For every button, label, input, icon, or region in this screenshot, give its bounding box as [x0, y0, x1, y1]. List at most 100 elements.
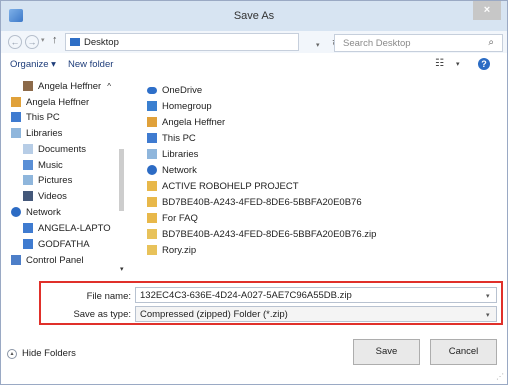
sidebar-item-libraries[interactable]: Libraries	[11, 126, 62, 140]
list-item-onedrive[interactable]: OneDrive	[147, 83, 202, 97]
back-arrow-icon[interactable]: ←	[8, 35, 22, 49]
collapse-caret-icon[interactable]: ^	[107, 82, 111, 91]
folder-icon	[147, 213, 157, 223]
chevron-up-icon: ▴	[7, 348, 17, 359]
hide-folders-toggle[interactable]: ▴ Hide Folders	[7, 348, 76, 359]
sidebar-item-pictures[interactable]: Pictures	[23, 173, 72, 187]
sidebar-item-godfatha[interactable]: GODFATHA	[23, 237, 90, 251]
navigation-bar: ← → ▾ ↑ Desktop ▾ ↻ Search Desktop ⌕	[1, 31, 507, 53]
folder-icon	[147, 197, 157, 207]
file-name-input[interactable]: 132EC4C3-636E-4D24-A027-5AE7C96A55DB.zip	[135, 287, 497, 303]
view-chevron-down-icon[interactable]: ▾	[456, 60, 460, 68]
scroll-down-chevron-icon[interactable]: ▾	[120, 265, 124, 273]
help-icon[interactable]: ?	[478, 58, 490, 70]
computer-icon	[147, 133, 157, 143]
sidebar-item-label: Documents	[38, 143, 87, 155]
desktop-icon	[70, 38, 80, 46]
folder-icon	[147, 181, 157, 191]
recent-locations-chevron-icon[interactable]: ▾	[41, 36, 45, 44]
sidebar-item-label: Libraries	[26, 127, 63, 139]
search-placeholder: Search Desktop	[343, 38, 411, 49]
list-item-bd7be40b-zip[interactable]: BD7BE40B-A243-4FED-8DE6-5BBFA20E0B76.zip	[147, 227, 376, 241]
forward-arrow-icon[interactable]: →	[25, 35, 39, 49]
sidebar-scrollbar-thumb[interactable]	[119, 149, 124, 211]
sidebar-item-label: Angela Heffner	[26, 96, 90, 108]
list-item-rory-zip[interactable]: Rory.zip	[147, 243, 196, 257]
user-folder-icon	[147, 117, 157, 127]
sidebar-item-this-pc[interactable]: This PC	[11, 110, 60, 124]
hide-folders-label: Hide Folders	[22, 348, 76, 359]
resize-grip-icon[interactable]: ⋰	[496, 372, 504, 381]
list-item-for-faq[interactable]: For FAQ	[147, 211, 198, 225]
save-as-type-value: Compressed (zipped) Folder (*.zip)	[140, 309, 288, 320]
music-icon	[23, 160, 33, 170]
file-name-value: 132EC4C3-636E-4D24-A027-5AE7C96A55DB.zip	[140, 290, 352, 301]
cancel-button[interactable]: Cancel	[430, 339, 497, 365]
libraries-icon	[11, 128, 21, 138]
search-icon[interactable]: ⌕	[488, 37, 494, 48]
sidebar-item-label: Network	[26, 206, 61, 218]
up-arrow-icon[interactable]: ↑	[52, 34, 58, 46]
list-item-label: For FAQ	[162, 212, 198, 224]
sidebar-item-user-angela[interactable]: Angela Heffner ^	[23, 79, 111, 93]
sidebar-item-music[interactable]: Music	[23, 158, 63, 172]
list-item-active-robohelp[interactable]: ACTIVE ROBOHELP PROJECT	[147, 179, 299, 193]
list-item-libraries[interactable]: Libraries	[147, 147, 198, 161]
list-item-label: OneDrive	[162, 84, 203, 96]
list-item-label: Libraries	[162, 148, 199, 160]
view-options-icon[interactable]: ☷	[435, 58, 444, 69]
save-as-type-chevron-down-icon[interactable]: ▾	[486, 311, 490, 319]
sidebar-item-documents[interactable]: Documents	[23, 142, 86, 156]
libraries-icon	[147, 149, 157, 159]
sidebar-item-label: Videos	[38, 190, 67, 202]
file-name-chevron-down-icon[interactable]: ▾	[486, 292, 490, 300]
list-item-label: BD7BE40B-A243-4FED-8DE6-5BBFA20E0B76	[162, 196, 362, 208]
file-name-label: File name:	[86, 291, 131, 302]
sidebar-item-label: Pictures	[38, 174, 73, 186]
address-bar[interactable]: Desktop ▾ ↻	[65, 33, 340, 51]
pictures-icon	[23, 175, 33, 185]
videos-icon	[23, 191, 33, 201]
list-item-label: BD7BE40B-A243-4FED-8DE6-5BBFA20E0B76.zip	[162, 228, 377, 240]
onedrive-icon	[147, 86, 157, 94]
search-box[interactable]: Search Desktop ⌕	[334, 34, 503, 52]
network-icon	[147, 165, 157, 175]
sidebar-item-label: ANGELA-LAPTO	[38, 222, 111, 234]
title-bar[interactable]: Save As ×	[1, 1, 507, 31]
sidebar-item-label: Music	[38, 159, 63, 171]
list-item-label: This PC	[162, 132, 196, 144]
list-item-label: ACTIVE ROBOHELP PROJECT	[162, 180, 299, 192]
organize-button[interactable]: Organize ▾	[10, 59, 56, 70]
save-button[interactable]: Save	[353, 339, 420, 365]
list-item-label: Rory.zip	[162, 244, 197, 256]
sidebar-item-angela-heffner[interactable]: Angela Heffner	[11, 95, 89, 109]
network-icon	[11, 207, 21, 217]
new-folder-button[interactable]: New folder	[68, 59, 113, 70]
list-item-network[interactable]: Network	[147, 163, 197, 177]
list-item-homegroup[interactable]: Homegroup	[147, 99, 212, 113]
save-as-type-select[interactable]: Compressed (zipped) Folder (*.zip)	[135, 306, 497, 322]
computer-icon	[23, 223, 33, 233]
computer-icon	[23, 239, 33, 249]
user-folder-icon	[11, 97, 21, 107]
save-as-type-label: Save as type:	[73, 309, 131, 320]
sidebar-item-control-panel[interactable]: Control Panel	[11, 253, 84, 267]
sidebar-item-network[interactable]: Network	[11, 205, 61, 219]
homegroup-icon	[147, 101, 157, 111]
sidebar-item-angela-lapto[interactable]: ANGELA-LAPTO	[23, 221, 111, 235]
documents-icon	[23, 144, 33, 154]
control-panel-icon	[11, 255, 21, 265]
close-button[interactable]: ×	[473, 1, 501, 20]
list-item-this-pc[interactable]: This PC	[147, 131, 196, 145]
address-text: Desktop	[84, 37, 119, 48]
list-item-label: Network	[162, 164, 197, 176]
zip-folder-icon	[147, 229, 157, 239]
address-chevron-down-icon[interactable]: ▾	[316, 41, 320, 49]
computer-icon	[11, 112, 21, 122]
save-as-dialog: Save As × ← → ▾ ↑ Desktop ▾ ↻ Search Des…	[0, 0, 508, 385]
sidebar-item-label: GODFATHA	[38, 238, 90, 250]
list-item-label: Homegroup	[162, 100, 212, 112]
list-item-angela-heffner[interactable]: Angela Heffner	[147, 115, 225, 129]
sidebar-item-videos[interactable]: Videos	[23, 189, 67, 203]
list-item-bd7be40b-folder[interactable]: BD7BE40B-A243-4FED-8DE6-5BBFA20E0B76	[147, 195, 362, 209]
